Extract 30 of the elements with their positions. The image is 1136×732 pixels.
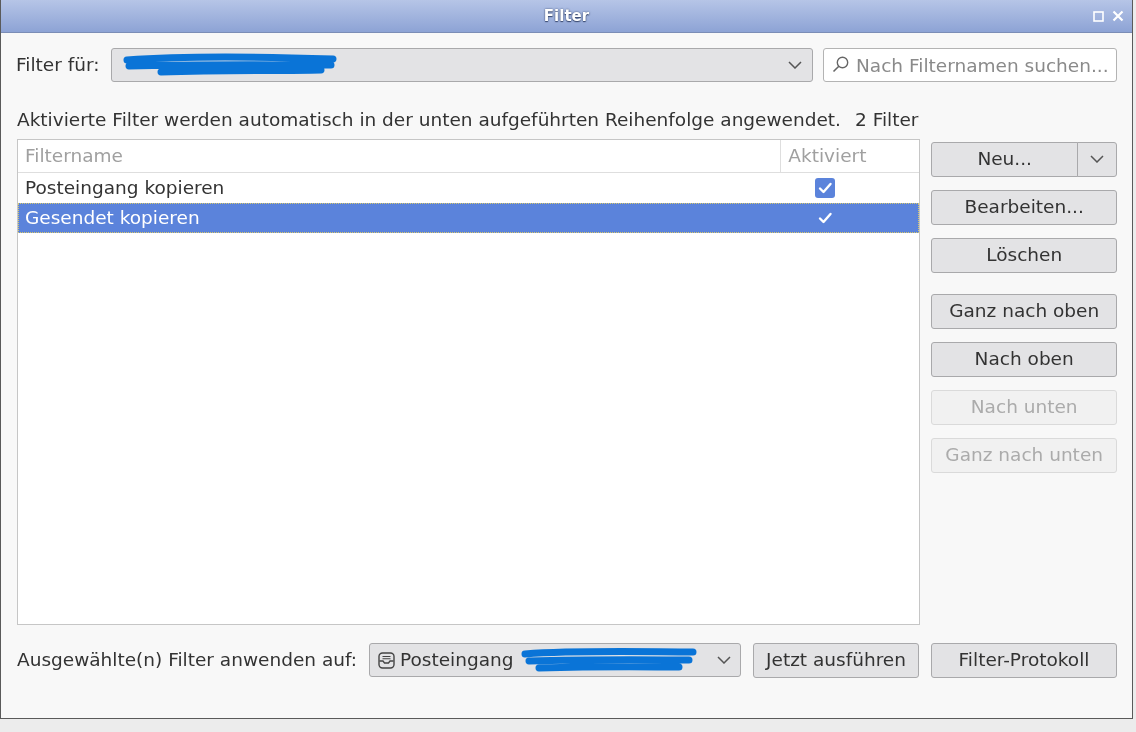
run-now-button[interactable]: Jetzt ausführen xyxy=(753,642,919,678)
chevron-down-icon xyxy=(1090,155,1104,164)
filter-for-label: Filter für: xyxy=(16,53,100,78)
apply-to-label: Ausgewählte(n) Filter anwenden auf: xyxy=(17,648,358,673)
filter-log-button[interactable]: Filter-Protokoll xyxy=(931,642,1117,678)
window-title: Filter xyxy=(543,5,590,27)
folder-dropdown[interactable]: Posteingang xyxy=(369,643,741,678)
account-dropdown[interactable] xyxy=(111,48,813,82)
column-header: Filtername xyxy=(24,143,124,168)
dropdown-toggle-button[interactable] xyxy=(1077,141,1117,177)
move-button[interactable]: Ganz nach oben xyxy=(931,293,1117,329)
description-text: Aktivierte Filter werden automatisch in der unten aufgeführten Reihenfolge angewendet. xyxy=(17,108,841,132)
filter-name: Posteingang kopieren xyxy=(24,175,226,200)
close-icon[interactable] xyxy=(1112,10,1124,22)
column-header: Aktiviert xyxy=(780,139,920,172)
search-icon xyxy=(832,56,849,73)
action-button[interactable]: Bearbeiten... xyxy=(931,189,1117,225)
maximize-icon[interactable] xyxy=(1093,10,1104,22)
checkbox-checked-icon[interactable] xyxy=(815,177,836,198)
filter-row[interactable]: Gesendet kopieren xyxy=(18,202,920,233)
move-button[interactable]: Nach oben xyxy=(931,341,1117,377)
new-button[interactable]: Neu... xyxy=(931,141,1078,177)
tray-icon xyxy=(378,651,396,669)
filter-row[interactable]: Posteingang kopieren xyxy=(18,172,920,203)
action-button[interactable]: Löschen xyxy=(931,237,1117,273)
chevron-down-icon xyxy=(717,656,731,665)
filter-count: 2 Filter xyxy=(855,108,919,132)
filter-name: Gesendet kopieren xyxy=(24,205,201,230)
chevron-down-icon xyxy=(788,61,802,69)
search-field[interactable]: Nach Filternamen suchen... xyxy=(823,48,1117,82)
